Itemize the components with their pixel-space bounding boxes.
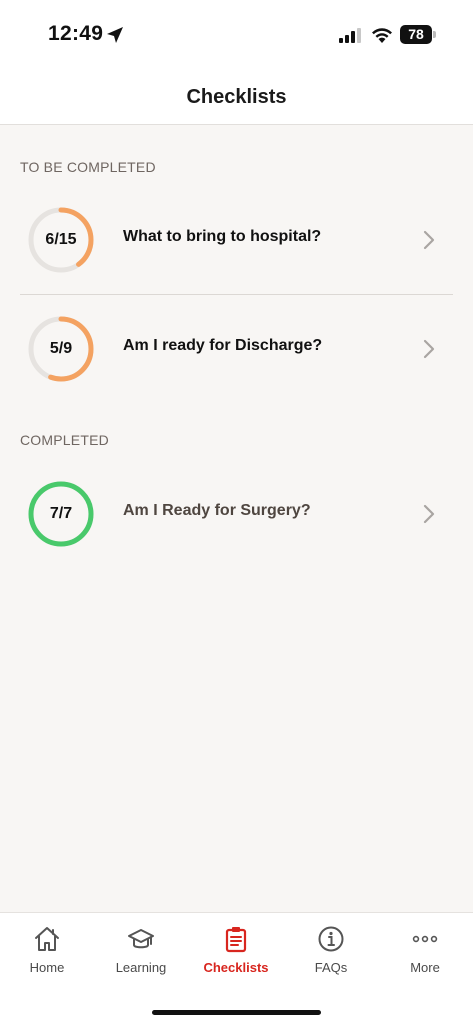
home-icon xyxy=(35,927,59,951)
tab-label: Learning xyxy=(115,960,167,975)
status-time: 12:49 xyxy=(48,22,104,45)
tab-label: Checklists xyxy=(203,960,269,975)
location-arrow-icon xyxy=(107,27,123,43)
more-dots-icon xyxy=(412,935,438,943)
row-divider xyxy=(20,294,453,295)
page-title: Checklists xyxy=(186,86,287,108)
progress-count: 7/7 xyxy=(49,505,73,522)
checklist-row-discharge[interactable]: 5/9 Am I ready for Discharge? xyxy=(20,303,453,411)
tab-label: Home xyxy=(29,960,65,975)
checklist-title: Am I ready for Discharge? xyxy=(123,337,323,354)
chevron-right-icon xyxy=(423,339,435,359)
tab-label: FAQs xyxy=(314,960,348,975)
chevron-right-icon xyxy=(423,504,435,524)
home-indicator xyxy=(152,1010,321,1015)
tab-checklists[interactable]: Checklists xyxy=(189,913,283,983)
checklist-title: What to bring to hospital? xyxy=(123,228,322,245)
section-label-to-be-completed: TO BE COMPLETED xyxy=(20,159,156,175)
section-label-completed: COMPLETED xyxy=(20,432,109,448)
progress-count: 5/9 xyxy=(49,340,73,357)
info-icon xyxy=(318,926,344,952)
progress-count: 6/15 xyxy=(45,231,77,248)
tab-bar: Home Learning Checklists FAQs More xyxy=(0,912,473,1024)
battery-tip xyxy=(433,31,436,38)
progress-ring: 6/15 xyxy=(27,206,95,274)
tab-home[interactable]: Home xyxy=(0,913,94,983)
progress-ring: 5/9 xyxy=(27,315,95,383)
graduation-cap-icon xyxy=(128,929,154,949)
clipboard-icon xyxy=(225,927,247,953)
nav-header: Checklists xyxy=(0,70,473,125)
checklist-title: Am I Ready for Surgery? xyxy=(123,502,311,519)
wifi-icon xyxy=(372,28,392,43)
tab-faqs[interactable]: FAQs xyxy=(284,913,378,983)
battery-level: 78 xyxy=(400,25,432,44)
checklist-row-surgery[interactable]: 7/7 Am I Ready for Surgery? xyxy=(20,468,453,576)
cellular-signal-icon xyxy=(339,28,361,43)
status-bar: 12:49 78 xyxy=(0,0,473,70)
chevron-right-icon xyxy=(423,230,435,250)
tab-label: More xyxy=(410,960,440,975)
progress-ring: 7/7 xyxy=(27,480,95,548)
checklist-row-hospital[interactable]: 6/15 What to bring to hospital? xyxy=(20,194,453,302)
tab-more[interactable]: More xyxy=(378,913,472,983)
tab-learning[interactable]: Learning xyxy=(94,913,188,983)
